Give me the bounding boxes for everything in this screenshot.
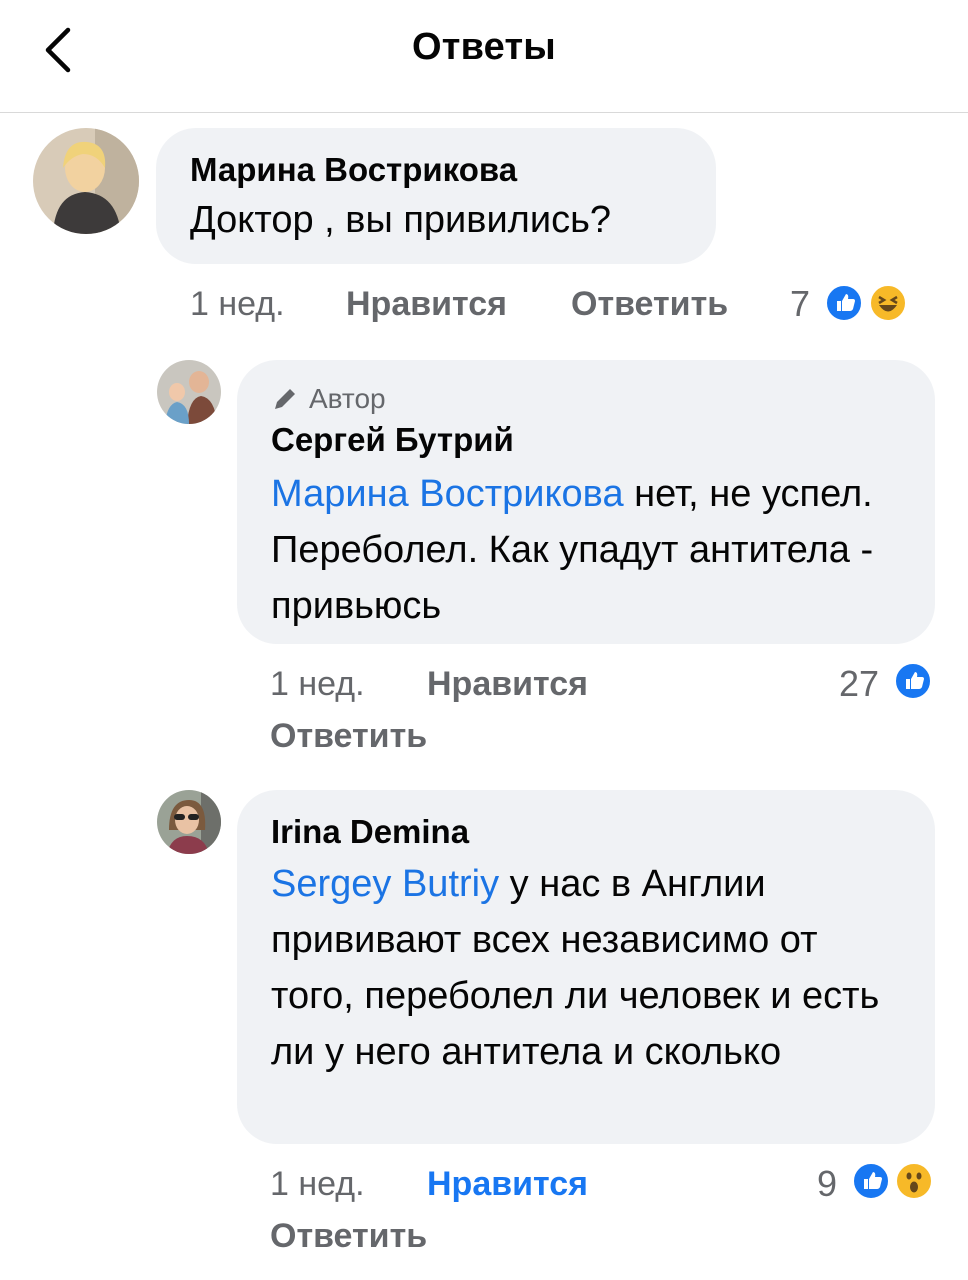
like-button[interactable]: Нравится [427,662,588,706]
comment-bubble[interactable]: Автор Сергей Бутрий Марина Вострикова не… [237,360,935,644]
mention-link[interactable]: Sergey Butriy [271,863,499,905]
comment-time[interactable]: 1 нед. [270,1162,365,1206]
like-button[interactable]: Нравится [346,282,507,326]
author-badge: Автор [271,382,905,416]
pencil-icon [275,389,295,409]
mention-link[interactable]: Марина Вострикова [271,473,624,515]
reply-button[interactable]: Ответить [270,1214,427,1258]
page-title: Ответы [412,26,556,68]
comment-time[interactable]: 1 нед. [190,282,285,326]
reaction-count[interactable]: 9 [817,1162,837,1206]
reply-button[interactable]: Ответить [270,714,427,758]
comment-time[interactable]: 1 нед. [270,662,365,706]
like-icon [851,1161,891,1201]
comment-bubble[interactable]: Марина Вострикова Доктор , вы привились? [156,128,716,264]
reply-button[interactable]: Ответить [571,282,728,326]
like-button[interactable]: Нравится [427,1162,588,1206]
comment-text: Sergey Butriy у нас в Англии прививают в… [271,856,905,1080]
top-bar: Ответы [0,0,968,113]
comment-bubble[interactable]: Irina Demina Sergey Butriy у нас в Англи… [237,790,935,1144]
like-icon [824,283,864,323]
avatar[interactable] [157,360,221,424]
avatar[interactable] [157,790,221,854]
comment-author[interactable]: Irina Demina [271,812,905,852]
comment-text: Доктор , вы привились? [190,199,612,241]
haha-icon [868,283,908,323]
avatar[interactable] [33,128,139,234]
comment-text: Марина Вострикова нет, не успел. Перебол… [271,466,905,634]
like-icon [893,661,933,701]
comment-author[interactable]: Марина Вострикова [190,150,716,190]
comment-author[interactable]: Сергей Бутрий [271,420,905,460]
reaction-count[interactable]: 27 [839,662,879,706]
author-badge-label: Автор [309,383,386,414]
reaction-count[interactable]: 7 [790,282,810,326]
wow-icon [894,1161,934,1201]
